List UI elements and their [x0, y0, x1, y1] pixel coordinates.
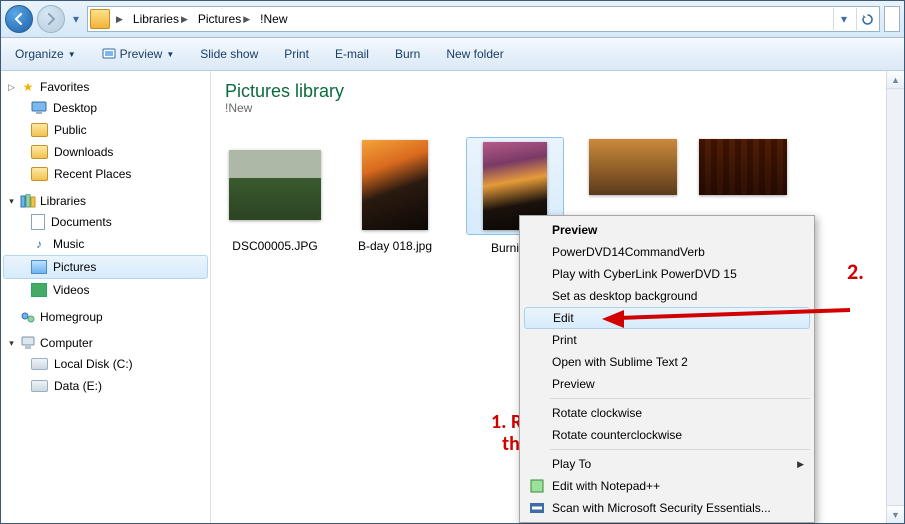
address-bar[interactable]: ▶ Libraries ▶ Pictures ▶ !New ▾ [87, 6, 880, 32]
homegroup-icon [20, 309, 36, 325]
breadcrumb[interactable]: ▶ [112, 12, 127, 27]
email-button[interactable]: E-mail [329, 45, 375, 63]
folder-icon [31, 167, 48, 181]
slideshow-button[interactable]: Slide show [194, 45, 264, 63]
breadcrumb[interactable]: Pictures ▶ [194, 10, 254, 28]
breadcrumb[interactable]: Libraries ▶ [129, 10, 192, 28]
file-item[interactable]: DSC00005.JPG [225, 137, 325, 255]
ctx-edit[interactable]: Edit [524, 307, 810, 329]
scroll-up-icon[interactable]: ▲ [887, 71, 904, 89]
sidebar-item-label: Videos [53, 283, 89, 297]
vertical-scrollbar[interactable]: ▲ ▼ [886, 71, 904, 523]
ctx-play-to[interactable]: Play To▶ [522, 453, 812, 475]
recent-pages-dropdown[interactable]: ▾ [69, 7, 83, 31]
sidebar-item-computer[interactable]: ▾ Computer [3, 333, 208, 353]
notepadpp-icon [528, 477, 546, 495]
documents-icon [31, 214, 45, 230]
library-title: Pictures library [225, 81, 890, 102]
sidebar-item-label: Libraries [40, 194, 86, 208]
mse-icon [528, 499, 546, 517]
breadcrumb[interactable]: !New [256, 10, 291, 28]
forward-button[interactable] [37, 5, 65, 33]
sidebar-item-desktop[interactable]: Desktop [3, 97, 208, 119]
sidebar-item-public[interactable]: Public [3, 119, 208, 141]
explorer-window: ▾ ▶ Libraries ▶ Pictures ▶ !New ▾ Organi… [0, 0, 905, 524]
submenu-arrow-icon: ▶ [797, 459, 804, 470]
navigation-bar: ▾ ▶ Libraries ▶ Pictures ▶ !New ▾ [1, 1, 904, 38]
folder-icon [31, 145, 48, 159]
sidebar-item-label: Desktop [53, 101, 97, 115]
ctx-edit-notepadpp[interactable]: Edit with Notepad++ [522, 475, 812, 497]
sidebar-item-videos[interactable]: Videos [3, 279, 208, 301]
context-menu: Preview PowerDVD14CommandVerb Play with … [519, 215, 815, 523]
videos-icon [31, 283, 47, 297]
print-button[interactable]: Print [278, 45, 315, 63]
computer-icon [20, 335, 36, 351]
pictures-icon [31, 260, 47, 274]
sidebar-item-label: Favorites [40, 80, 89, 94]
folder-icon [31, 123, 48, 137]
sidebar-item-homegroup[interactable]: Homegroup [3, 307, 208, 327]
ctx-open-sublime[interactable]: Open with Sublime Text 2 [522, 351, 812, 373]
sidebar-item-label: Local Disk (C:) [54, 357, 133, 371]
sidebar-item-local-disk[interactable]: Local Disk (C:) [3, 353, 208, 375]
drive-icon [31, 380, 48, 392]
ctx-print[interactable]: Print [522, 329, 812, 351]
ctx-scan-mse[interactable]: Scan with Microsoft Security Essentials.… [522, 497, 812, 519]
ctx-separator [550, 449, 810, 450]
sidebar-item-label: Recent Places [54, 167, 131, 181]
pictures-library-icon [90, 9, 110, 29]
file-item[interactable]: B-day 018.jpg [345, 137, 445, 255]
ctx-powerdvd15[interactable]: Play with CyberLink PowerDVD 15 [522, 263, 812, 285]
sidebar-item-recent-places[interactable]: Recent Places [3, 163, 208, 185]
sidebar-item-label: Computer [40, 336, 93, 350]
sidebar-item-documents[interactable]: Documents [3, 211, 208, 233]
drive-icon [31, 358, 48, 370]
desktop-icon [31, 100, 47, 116]
ctx-preview[interactable]: Preview [522, 219, 812, 241]
sidebar-item-label: Music [53, 237, 84, 251]
new-folder-button[interactable]: New folder [440, 45, 509, 63]
sidebar-item-libraries[interactable]: ▾ Libraries [3, 191, 208, 211]
file-caption: DSC00005.JPG [225, 239, 325, 253]
preview-icon [102, 47, 116, 61]
refresh-icon[interactable] [856, 8, 877, 30]
sidebar-item-label: Public [54, 123, 87, 137]
sidebar-item-music[interactable]: ♪ Music [3, 233, 208, 255]
sidebar-item-label: Downloads [54, 145, 113, 159]
ctx-separator [550, 398, 810, 399]
command-bar: Organize ▼ Preview ▼ Slide show Print E-… [1, 38, 904, 71]
sidebar-item-label: Data (E:) [54, 379, 102, 393]
ctx-rotate-cw[interactable]: Rotate clockwise [522, 402, 812, 424]
sidebar-item-data-drive[interactable]: Data (E:) [3, 375, 208, 397]
navigation-pane: ▷★ Favorites Desktop Public Downloads Re… [1, 71, 211, 523]
sidebar-item-label: Documents [51, 215, 112, 229]
sidebar-item-downloads[interactable]: Downloads [3, 141, 208, 163]
star-icon: ★ [20, 79, 36, 95]
library-subtitle: !New [225, 101, 890, 115]
back-button[interactable] [5, 5, 33, 33]
search-box[interactable] [884, 6, 900, 32]
burn-button[interactable]: Burn [389, 45, 426, 63]
ctx-powerdvd14[interactable]: PowerDVD14CommandVerb [522, 241, 812, 263]
file-caption: B-day 018.jpg [345, 239, 445, 253]
ctx-set-desktop-bg[interactable]: Set as desktop background [522, 285, 812, 307]
sidebar-item-pictures[interactable]: Pictures [3, 255, 208, 279]
ctx-preview-2[interactable]: Preview [522, 373, 812, 395]
music-icon: ♪ [31, 236, 47, 252]
sidebar-item-label: Pictures [53, 260, 96, 274]
preview-button[interactable]: Preview ▼ [96, 45, 181, 63]
libraries-icon [20, 193, 36, 209]
scroll-down-icon[interactable]: ▼ [887, 505, 904, 523]
organize-button[interactable]: Organize ▼ [9, 45, 82, 63]
ctx-rotate-ccw[interactable]: Rotate counterclockwise [522, 424, 812, 446]
sidebar-item-favorites[interactable]: ▷★ Favorites [3, 77, 208, 97]
address-dropdown-icon[interactable]: ▾ [833, 8, 854, 30]
sidebar-item-label: Homegroup [40, 310, 103, 324]
